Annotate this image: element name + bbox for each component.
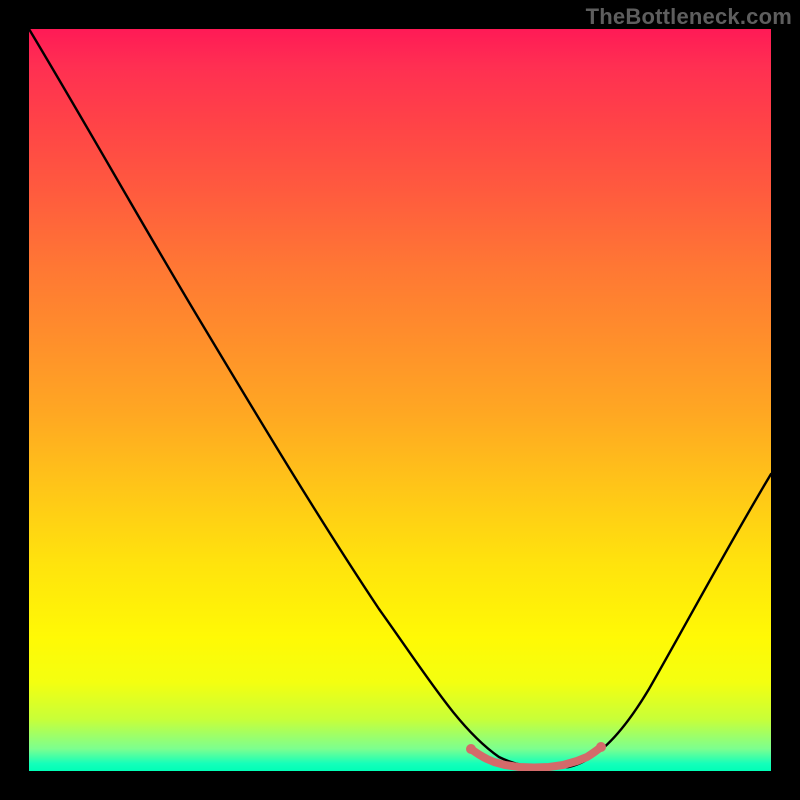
brand-watermark: TheBottleneck.com xyxy=(586,4,792,30)
highlight-dot-right xyxy=(596,742,606,752)
bottleneck-curve xyxy=(29,29,771,768)
chart-plot xyxy=(29,29,771,771)
highlight-dot-left xyxy=(466,744,476,754)
chart-frame xyxy=(29,29,771,771)
